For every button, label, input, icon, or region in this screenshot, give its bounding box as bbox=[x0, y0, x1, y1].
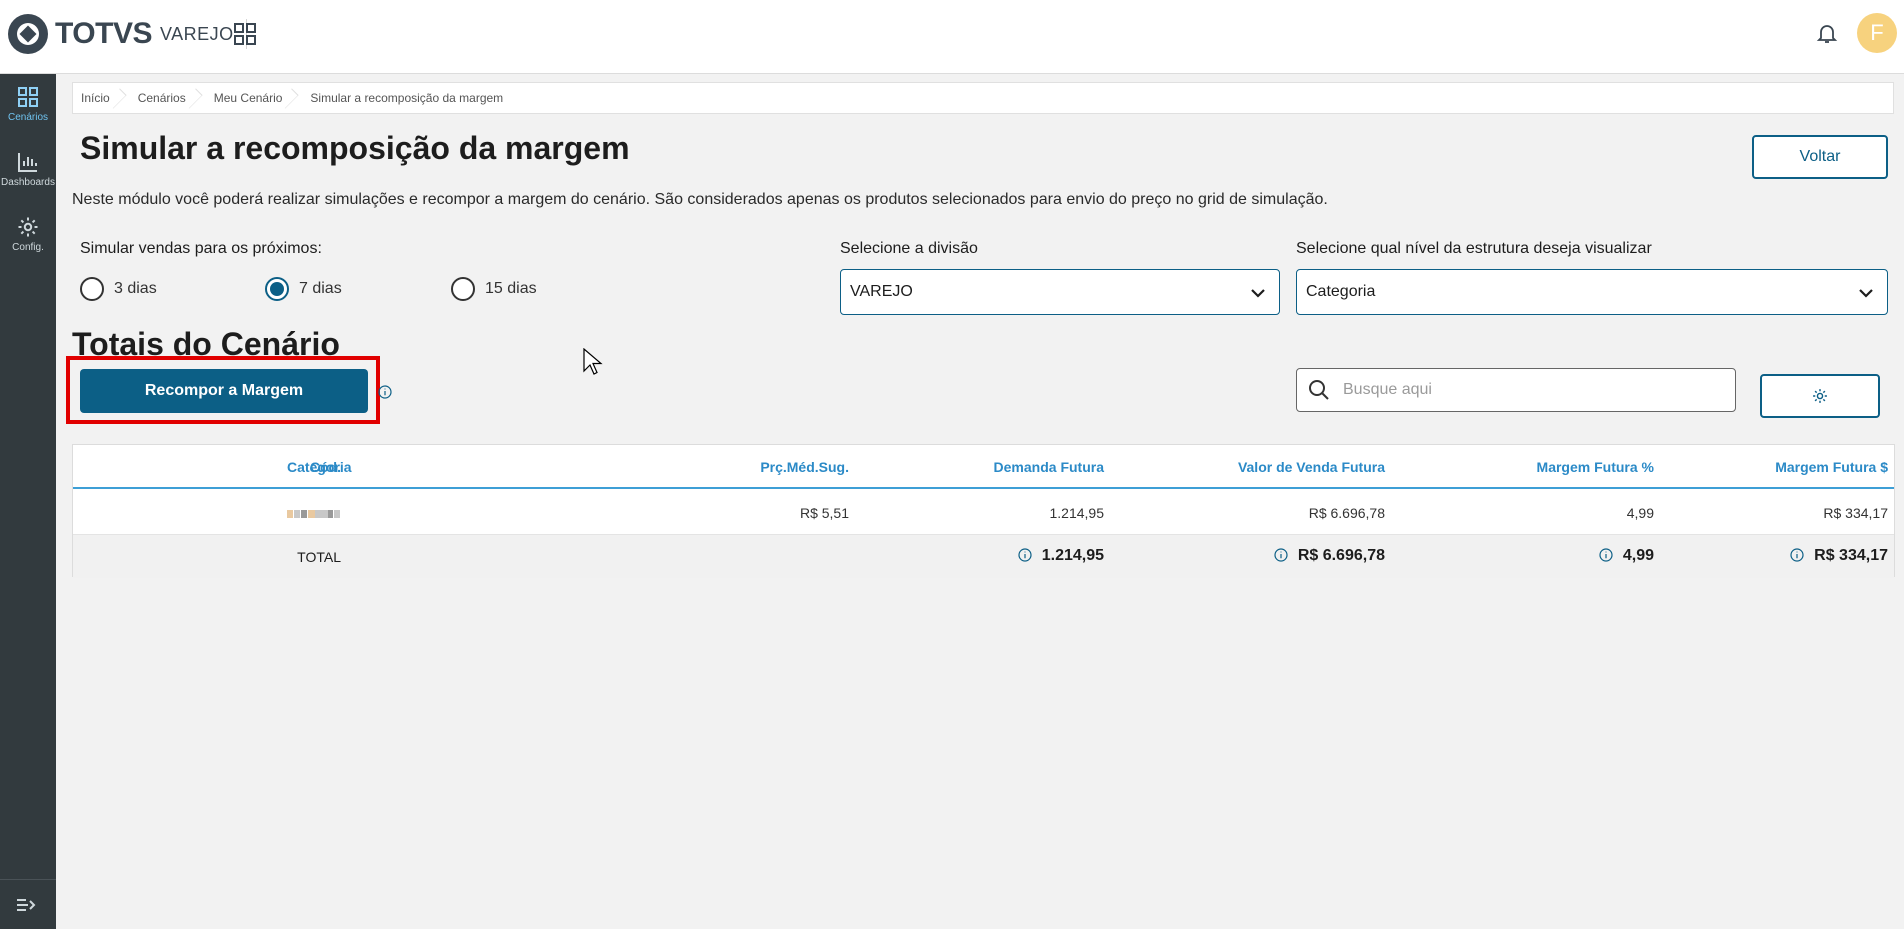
structure-level-select-value: Categoria bbox=[1306, 283, 1376, 300]
cell-margem-futura-pct: 4,99 bbox=[1626, 505, 1654, 521]
total-margem-futura-val: R$ 334,17 bbox=[1790, 547, 1888, 565]
breadcrumb-item-current: Simular a recomposição da margem bbox=[310, 91, 504, 105]
column-header-demanda-futura[interactable]: Demanda Futura bbox=[994, 459, 1104, 475]
mouse-cursor-icon bbox=[583, 348, 603, 375]
cell-demanda-futura: 1.214,95 bbox=[1049, 505, 1105, 521]
column-header-categoria[interactable]: Categoria bbox=[287, 459, 352, 475]
table-row[interactable]: R$ 5,51 1.214,95 R$ 6.696,78 4,99 R$ 334… bbox=[73, 491, 1894, 535]
logo[interactable]: TOTVS VAREJO bbox=[8, 14, 247, 54]
recompose-margin-button[interactable]: Recompor a Margem bbox=[80, 369, 368, 413]
back-button[interactable]: Voltar bbox=[1752, 135, 1888, 179]
bar-chart-icon bbox=[18, 153, 37, 172]
cell-valor-venda-futura: R$ 6.696,78 bbox=[1308, 505, 1385, 521]
total-margem-val-value: R$ 334,17 bbox=[1814, 547, 1888, 564]
breadcrumb: Início Cenários Meu Cenário Simular a re… bbox=[72, 82, 1894, 114]
apps-grid-icon[interactable] bbox=[234, 23, 256, 45]
sidebar-label: Config. bbox=[12, 242, 44, 253]
cell-margem-futura-val: R$ 334,17 bbox=[1823, 505, 1888, 521]
chevron-down-icon bbox=[1859, 289, 1873, 298]
simulation-period-label: Simular vendas para os próximos: bbox=[80, 240, 322, 257]
structure-level-label: Selecione qual nível da estrutura deseja… bbox=[1296, 240, 1652, 257]
info-icon[interactable] bbox=[1790, 548, 1804, 562]
redacted-category bbox=[287, 505, 329, 518]
breadcrumb-item-inicio[interactable]: Início bbox=[73, 83, 122, 113]
search-input[interactable] bbox=[1343, 381, 1723, 399]
info-icon[interactable] bbox=[1274, 548, 1288, 562]
column-header-valor-venda-futura[interactable]: Valor de Venda Futura bbox=[1238, 459, 1385, 475]
collapse-menu-icon bbox=[17, 899, 36, 911]
column-header-margem-futura-val[interactable]: Margem Futura $ bbox=[1775, 459, 1888, 475]
grid-icon bbox=[18, 87, 38, 107]
cell-preco-medio: R$ 5,51 bbox=[799, 505, 849, 521]
total-margem-futura-pct: 4,99 bbox=[1599, 547, 1654, 565]
search-icon bbox=[1309, 380, 1329, 400]
logo-subtitle: VAREJO bbox=[159, 23, 234, 44]
table-header: Cód. Categoria Prç.Méd.Sug. Demanda Futu… bbox=[73, 445, 1894, 489]
table-settings-button[interactable] bbox=[1760, 374, 1880, 418]
gear-icon bbox=[18, 217, 38, 237]
search-field[interactable] bbox=[1296, 368, 1736, 412]
breadcrumb-item-cenarios[interactable]: Cenários bbox=[122, 83, 198, 113]
sidebar-collapse-toggle[interactable] bbox=[0, 879, 56, 929]
total-label: TOTAL bbox=[297, 549, 341, 565]
gear-icon bbox=[1813, 389, 1827, 403]
radio-15-dias[interactable]: 15 dias bbox=[451, 277, 537, 301]
column-header-margem-futura-pct[interactable]: Margem Futura % bbox=[1537, 459, 1654, 475]
logo-text: TOTVS bbox=[55, 17, 152, 50]
chevron-down-icon bbox=[1251, 289, 1265, 298]
sidebar-item-config[interactable]: Config. bbox=[0, 216, 56, 276]
structure-level-select[interactable]: Categoria bbox=[1296, 269, 1888, 315]
sidebar-label: Dashboards bbox=[1, 177, 55, 188]
total-demanda-value: 1.214,95 bbox=[1041, 547, 1104, 564]
totvs-logo-icon bbox=[8, 14, 48, 54]
radio-circle-selected bbox=[265, 277, 289, 301]
breadcrumb-item-meu-cenario[interactable]: Meu Cenário bbox=[198, 83, 295, 113]
radio-label: 3 dias bbox=[114, 280, 157, 297]
user-avatar[interactable]: F bbox=[1857, 13, 1897, 53]
radio-circle bbox=[80, 277, 104, 301]
radio-label: 7 dias bbox=[299, 280, 342, 297]
table-total-row: TOTAL 1.214,95 R$ 6.696,78 4,99 R$ 334,1… bbox=[73, 535, 1894, 578]
info-icon[interactable] bbox=[378, 385, 392, 399]
total-valor-venda-futura: R$ 6.696,78 bbox=[1274, 547, 1385, 565]
totals-table: Cód. Categoria Prç.Méd.Sug. Demanda Futu… bbox=[72, 444, 1895, 578]
sidebar: Cenários Dashboards Config. bbox=[0, 74, 56, 929]
radio-circle bbox=[451, 277, 475, 301]
notification-bell-icon[interactable] bbox=[1815, 21, 1839, 45]
page-description: Neste módulo você poderá realizar simula… bbox=[72, 191, 1328, 208]
radio-label: 15 dias bbox=[485, 280, 537, 297]
info-icon[interactable] bbox=[1599, 548, 1613, 562]
radio-3-dias[interactable]: 3 dias bbox=[80, 277, 157, 301]
total-valor-value: R$ 6.696,78 bbox=[1297, 547, 1385, 564]
radio-7-dias[interactable]: 7 dias bbox=[265, 277, 342, 301]
sidebar-item-dashboards[interactable]: Dashboards bbox=[0, 151, 56, 211]
division-select-value: VAREJO bbox=[850, 283, 913, 300]
column-header-preco-medio[interactable]: Prç.Méd.Sug. bbox=[760, 459, 849, 475]
division-select[interactable]: VAREJO bbox=[840, 269, 1280, 315]
total-demanda-futura: 1.214,95 bbox=[1018, 547, 1104, 565]
sidebar-item-cenarios[interactable]: Cenários bbox=[0, 86, 56, 146]
sidebar-label: Cenários bbox=[7, 112, 49, 123]
division-label: Selecione a divisão bbox=[840, 240, 978, 257]
top-header: TOTVS VAREJO F bbox=[0, 0, 1904, 74]
info-icon[interactable] bbox=[1018, 548, 1032, 562]
total-margem-pct-value: 4,99 bbox=[1622, 547, 1654, 564]
page-title: Simular a recomposição da margem bbox=[80, 130, 630, 166]
